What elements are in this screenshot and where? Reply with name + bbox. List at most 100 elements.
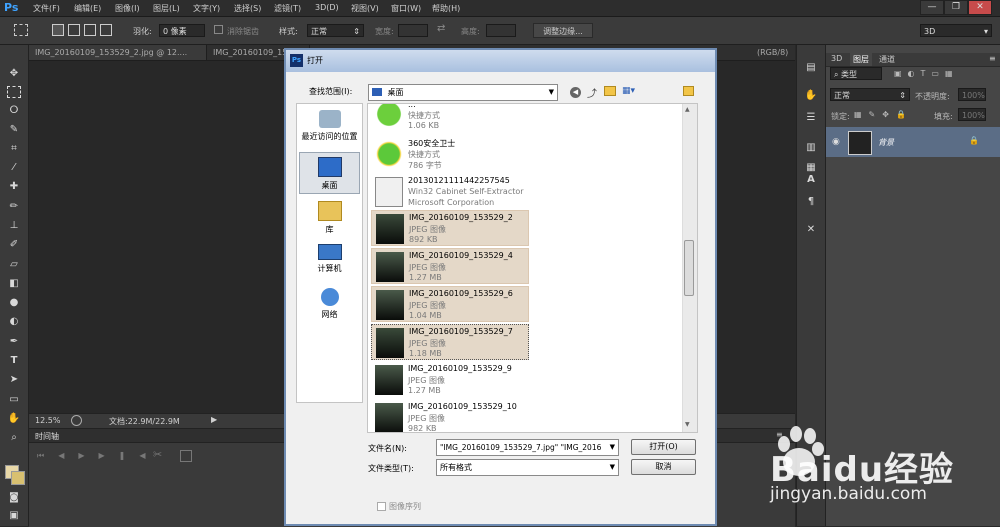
scroll-down-icon[interactable]: ▼	[685, 421, 690, 428]
new-selection-icon[interactable]	[52, 24, 64, 36]
feather-input[interactable]: 0 像素	[159, 24, 205, 37]
width-input[interactable]	[398, 24, 428, 37]
tab-channels[interactable]: 通道	[879, 54, 895, 65]
eraser-icon[interactable]: ▱	[7, 258, 21, 272]
subtract-selection-icon[interactable]	[84, 24, 96, 36]
menu-help[interactable]: 帮助(H)	[432, 3, 460, 14]
restore-button[interactable]: ❐	[944, 0, 968, 15]
move-tool-icon[interactable]: ✥	[7, 67, 21, 81]
folder-icon[interactable]	[683, 86, 694, 96]
place-recent[interactable]: 最近访问的位置	[299, 106, 360, 150]
scroll-up-icon[interactable]: ▲	[685, 106, 690, 113]
status-arrow-icon[interactable]: ▶	[211, 415, 217, 424]
menu-file[interactable]: 文件(F)	[33, 3, 60, 14]
tool-presets-icon[interactable]: ✕	[804, 223, 818, 237]
rectangle-shape-icon[interactable]: ▭	[7, 393, 21, 407]
actions-icon[interactable]: ✋	[804, 89, 818, 103]
new-folder-icon[interactable]	[604, 86, 616, 96]
place-network[interactable]: 网络	[299, 284, 360, 328]
filter-kind-select[interactable]: ⌕ 类型	[830, 67, 882, 80]
refine-edge-button[interactable]: 调整边缘...	[533, 23, 593, 38]
place-desktop[interactable]: 桌面	[299, 152, 360, 194]
screen-mode-icon[interactable]: ▣	[7, 509, 21, 523]
scissors-icon[interactable]: ✂	[153, 448, 162, 461]
height-input[interactable]	[486, 24, 516, 37]
menu-3d[interactable]: 3D(D)	[315, 3, 339, 12]
minimize-button[interactable]: —	[920, 0, 944, 15]
eye-icon[interactable]: ◉	[832, 137, 840, 147]
tab-layers[interactable]: 图层	[850, 53, 872, 66]
menu-filter[interactable]: 滤镜(T)	[274, 3, 301, 14]
filename-input[interactable]: "IMG_20160109_153529_7.jpg" "IMG_2016 ▼	[436, 439, 619, 456]
look-in-select[interactable]: 桌面 ▼	[368, 84, 558, 101]
up-folder-icon[interactable]: ⤴	[587, 85, 597, 100]
paragraph-icon[interactable]: ¶	[804, 195, 818, 209]
list-item[interactable]: IMG_20160109_153529_10 JPEG 图像 982 KB	[371, 400, 529, 432]
blend-mode-select[interactable]: 正常 ⇕	[830, 88, 910, 101]
list-item[interactable]: 20130121111442257545 Win32 Cabinet Self-…	[371, 174, 529, 210]
lasso-icon[interactable]: ⵔ	[7, 104, 21, 118]
list-item[interactable]: IMG_20160109_153529_2 JPEG 图像 892 KB	[371, 210, 529, 246]
layer-row[interactable]: ◉ 背景 🔒	[826, 127, 1000, 157]
menu-view[interactable]: 视图(V)	[351, 3, 379, 14]
zoom-level[interactable]: 12.5%	[35, 416, 60, 425]
list-item[interactable]: IMG_20160109_153529_4 JPEG 图像 1.27 MB	[371, 248, 529, 284]
quick-select-icon[interactable]: ✎	[7, 123, 21, 137]
brush-icon[interactable]: ✏	[7, 200, 21, 214]
path-select-icon[interactable]: ➤	[7, 373, 21, 387]
menu-edit[interactable]: 编辑(E)	[74, 3, 101, 14]
menu-type[interactable]: 文字(Y)	[193, 3, 220, 14]
healing-brush-icon[interactable]: ✚	[7, 180, 21, 194]
character-icon[interactable]: A	[804, 173, 818, 187]
blur-icon[interactable]: ●	[7, 296, 21, 310]
list-item[interactable]: ... 快捷方式 1.06 KB	[371, 104, 529, 132]
add-selection-icon[interactable]	[68, 24, 80, 36]
cancel-button[interactable]: 取消	[631, 459, 696, 475]
swap-icon[interactable]: ⇄	[437, 23, 445, 34]
adjustments-icon[interactable]: ☰	[804, 111, 818, 125]
hand-icon[interactable]: ✋	[7, 412, 21, 426]
panel-menu-icon[interactable]: ≡	[989, 54, 996, 63]
zoom-icon[interactable]: ⌕	[7, 431, 21, 445]
eyedropper-icon[interactable]: ⁄	[7, 161, 21, 175]
transition-icon[interactable]	[180, 450, 192, 462]
filter-icons[interactable]: ▣◐T▭▦	[894, 69, 959, 78]
place-library[interactable]: 库	[299, 197, 360, 241]
gradient-icon[interactable]: ◧	[7, 277, 21, 291]
list-item[interactable]: IMG_20160109_153529_6 JPEG 图像 1.04 MB	[371, 286, 529, 322]
place-computer[interactable]: 计算机	[299, 240, 360, 284]
status-info-icon[interactable]	[71, 415, 82, 426]
scrollbar-thumb[interactable]	[684, 240, 694, 296]
style-select[interactable]: 正常 ⇕	[307, 24, 364, 37]
tab-3d[interactable]: 3D	[831, 54, 842, 63]
doc-tab[interactable]: IMG_20160109_153529_2.jpg @ 12.... ×	[29, 45, 207, 72]
dodge-icon[interactable]: ◐	[7, 315, 21, 329]
filetype-select[interactable]: 所有格式 ▼	[436, 459, 619, 476]
clone-stamp-icon[interactable]: ⊥	[7, 219, 21, 233]
list-item[interactable]: IMG_20160109_153529_9 JPEG 图像 1.27 MB	[371, 362, 529, 398]
history-icon[interactable]: ▤	[804, 61, 818, 75]
menu-window[interactable]: 窗口(W)	[391, 3, 421, 14]
menu-image[interactable]: 图像(I)	[115, 3, 140, 14]
lock-icons[interactable]: ▦✎✥🔒	[854, 110, 913, 119]
workspace-select[interactable]: 3D ▾	[920, 24, 992, 37]
view-menu-icon[interactable]: ▦▾	[622, 86, 635, 96]
type-tool-icon[interactable]: T	[7, 354, 21, 368]
fill-input[interactable]: 100%	[958, 108, 986, 121]
open-button[interactable]: 打开(O)	[631, 439, 696, 455]
crop-icon[interactable]: ⌗	[7, 142, 21, 156]
back-icon[interactable]: ◀	[570, 87, 581, 98]
playback-controls[interactable]: ⏮◀▶▶❚◀	[37, 451, 160, 461]
opacity-input[interactable]: 100%	[958, 88, 986, 101]
timeline-title[interactable]: 时间轴	[35, 431, 59, 442]
quick-mask-icon[interactable]: ◙	[7, 491, 21, 505]
properties-icon[interactable]: ▥	[804, 141, 818, 155]
image-sequence-checkbox[interactable]	[377, 502, 386, 511]
history-brush-icon[interactable]: ✐	[7, 238, 21, 252]
intersect-selection-icon[interactable]	[100, 24, 112, 36]
rectangular-marquee-icon[interactable]	[7, 86, 21, 98]
pen-icon[interactable]: ✒	[7, 335, 21, 349]
close-button[interactable]: ✕	[968, 0, 992, 15]
menu-select[interactable]: 选择(S)	[234, 3, 261, 14]
list-item[interactable]: IMG_20160109_153529_7 JPEG 图像 1.18 MB	[371, 324, 529, 360]
